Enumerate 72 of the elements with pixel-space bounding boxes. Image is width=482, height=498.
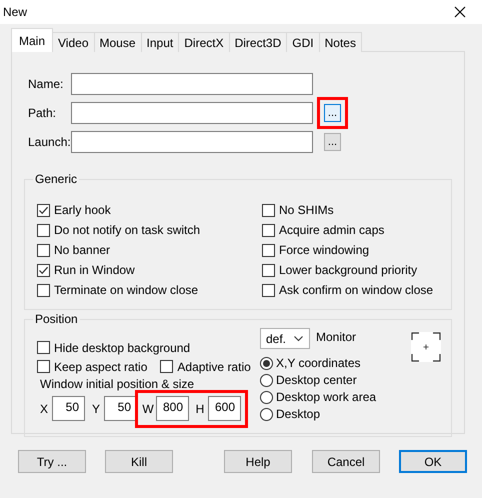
- monitor-label: Monitor: [316, 330, 356, 344]
- checkbox[interactable]: [37, 341, 50, 354]
- checkbox-label: No SHIMs: [279, 203, 334, 217]
- number-field[interactable]: 50: [52, 396, 85, 421]
- checkbox-label: Lower background priority: [279, 263, 418, 277]
- tab[interactable]: Input: [140, 32, 180, 52]
- checkbox[interactable]: [262, 244, 275, 256]
- radio-button[interactable]: [260, 356, 273, 370]
- number-field[interactable]: 600: [208, 396, 241, 421]
- checkbox-label: Keep aspect ratio: [54, 360, 148, 374]
- checkbox[interactable]: [262, 224, 275, 236]
- input-field[interactable]: [71, 102, 313, 124]
- browse-button[interactable]: ...: [324, 104, 341, 122]
- window-title: New: [3, 5, 28, 19]
- checkbox[interactable]: [37, 244, 50, 256]
- tab[interactable]: Mouse: [94, 32, 142, 52]
- dialog-button[interactable]: Help: [224, 450, 292, 473]
- coord-label: X: [38, 402, 49, 416]
- coord-label: Y: [90, 402, 101, 416]
- size-label: Window initial position & size: [40, 377, 196, 391]
- checkbox[interactable]: [37, 264, 50, 276]
- browse-button[interactable]: ...: [324, 133, 341, 151]
- tab[interactable]: Video: [52, 32, 94, 52]
- checkbox-label: Adaptive ratio: [177, 360, 251, 374]
- field-label: Launch:: [28, 135, 71, 149]
- checkbox-label: No banner: [54, 243, 110, 257]
- crosshair-icon[interactable]: [411, 332, 442, 362]
- chevron-icon: [294, 336, 303, 342]
- checkbox[interactable]: [262, 204, 275, 216]
- checkbox-label: Force windowing: [279, 243, 370, 257]
- radio-label: Desktop work area: [276, 390, 376, 404]
- close-icon[interactable]: [454, 6, 466, 18]
- radio-label: Desktop: [276, 407, 320, 421]
- input-field[interactable]: [71, 131, 313, 153]
- checkbox[interactable]: [37, 224, 50, 236]
- input-field[interactable]: [71, 73, 313, 95]
- checkbox-label: Terminate on window close: [54, 283, 198, 297]
- checkbox-label: Run in Window: [54, 263, 135, 277]
- tab[interactable]: Notes: [318, 32, 362, 52]
- tab[interactable]: Main: [11, 28, 54, 52]
- field-label: Name:: [28, 77, 64, 91]
- checkbox[interactable]: [160, 360, 174, 373]
- checkbox-label: Hide desktop background: [54, 340, 190, 354]
- checkbox[interactable]: [37, 360, 50, 373]
- dialog-button[interactable]: Kill: [105, 450, 173, 473]
- checkbox-label: Early hook: [54, 203, 111, 217]
- checkbox[interactable]: [37, 284, 50, 296]
- group-title: Position: [33, 312, 80, 326]
- dialog-button[interactable]: OK: [399, 450, 467, 473]
- radio-button[interactable]: [260, 374, 273, 386]
- dialog-button[interactable]: Try ...: [18, 450, 86, 473]
- tab[interactable]: GDI: [286, 32, 320, 52]
- checkbox-label: Ask confirm on window close: [279, 283, 434, 297]
- dialog-button[interactable]: Cancel: [312, 450, 380, 473]
- checkbox-label: Acquire admin caps: [279, 223, 384, 237]
- radio-button[interactable]: [260, 390, 273, 404]
- coord-label: H: [194, 402, 206, 416]
- checkbox[interactable]: [262, 264, 275, 276]
- checkbox[interactable]: [37, 204, 50, 216]
- number-field[interactable]: 50: [104, 396, 137, 421]
- tab[interactable]: DirectX: [178, 32, 230, 52]
- radio-button[interactable]: [260, 408, 273, 420]
- monitor-dropdown[interactable]: def.: [260, 328, 310, 349]
- tab[interactable]: Direct3D: [228, 32, 288, 52]
- field-label: Path:: [28, 106, 58, 120]
- group-title: Generic: [33, 172, 80, 186]
- coord-label: W: [141, 402, 155, 416]
- number-field[interactable]: 800: [156, 396, 189, 421]
- checkbox-label: Do not notify on task switch: [54, 223, 200, 237]
- radio-label: Desktop center: [276, 373, 357, 387]
- radio-label: X,Y coordinates: [276, 356, 360, 370]
- checkbox[interactable]: [262, 284, 275, 296]
